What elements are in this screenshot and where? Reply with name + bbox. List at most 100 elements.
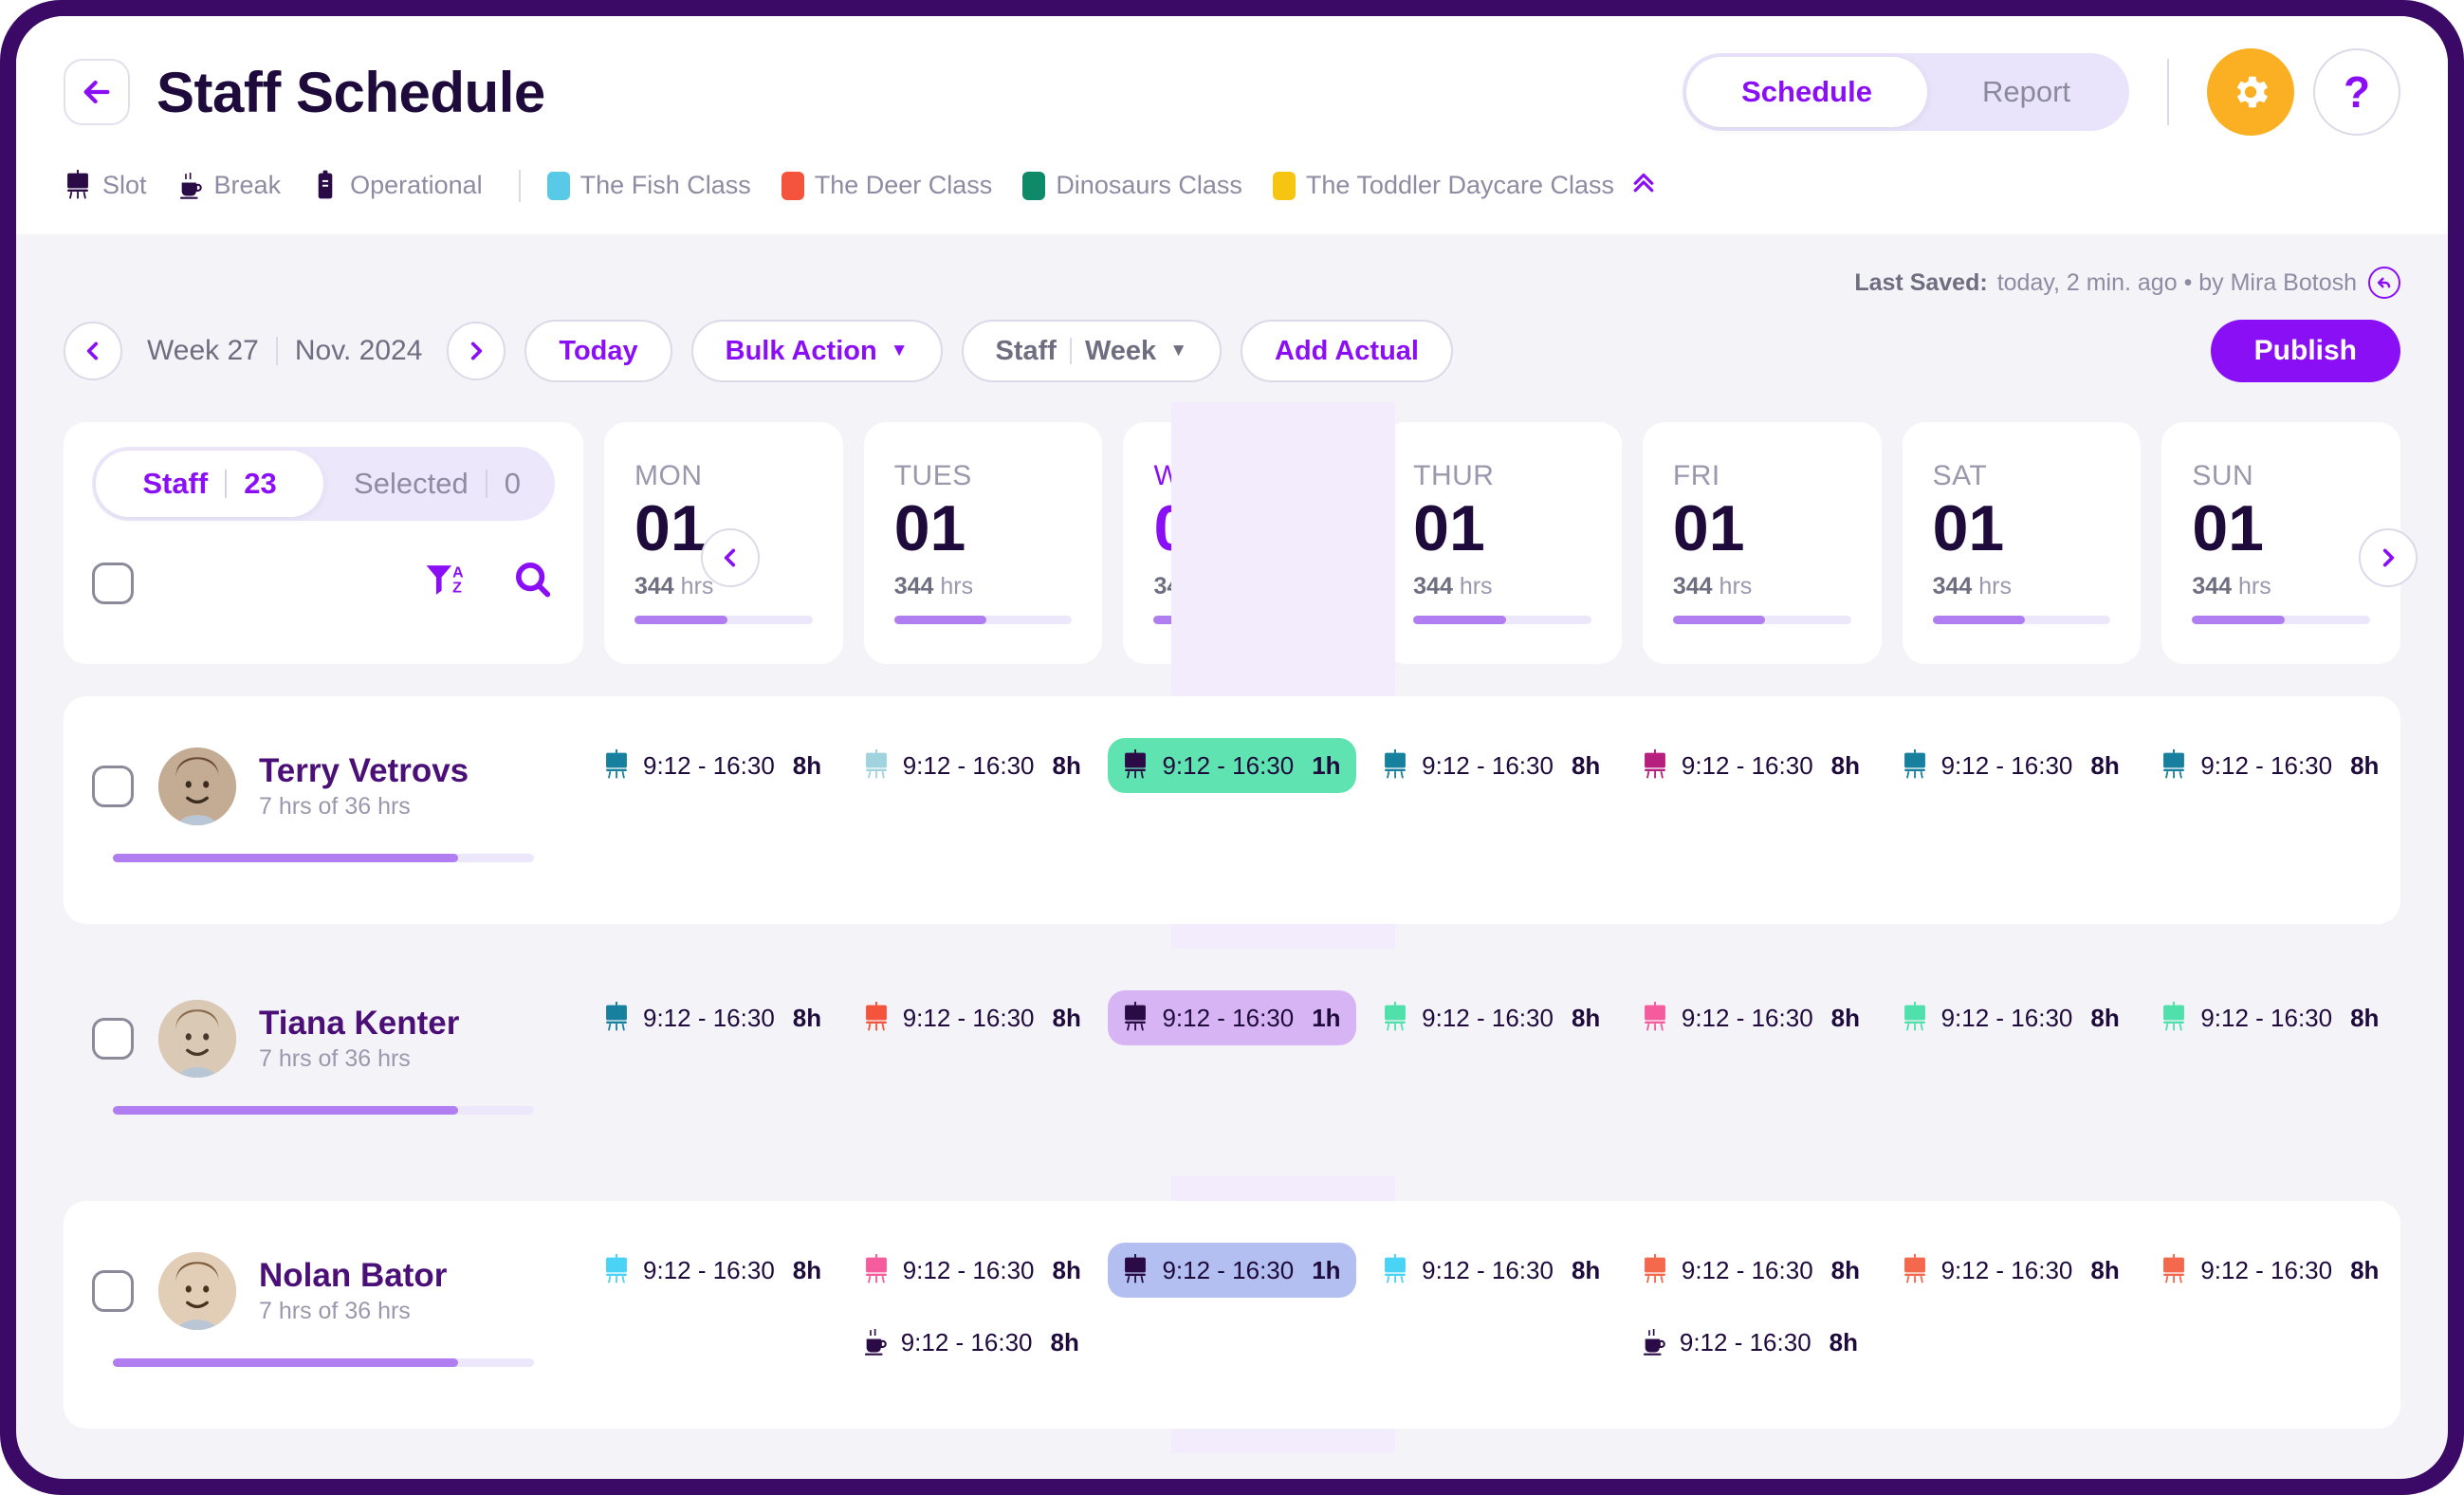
shift-chip[interactable]: 9:12 - 16:30 8h: [2146, 990, 2395, 1045]
schedule-cell[interactable]: 9:12 - 16:30 8h: [583, 1243, 843, 1429]
schedule-cell[interactable]: 9:12 - 16:30 1h: [1102, 738, 1362, 924]
schedule-cell[interactable]: 9:12 - 16:30 8h: [1622, 990, 1882, 1176]
schedule-cell[interactable]: 9:12 - 16:30 8h: [1882, 1243, 2142, 1429]
settings-button[interactable]: [2207, 48, 2294, 136]
shift-chip[interactable]: 9:12 - 16:30 8h: [1887, 738, 2136, 793]
shift-chip[interactable]: 9:12 - 16:30 8h: [849, 1315, 1097, 1370]
schedule-cell[interactable]: 9:12 - 16:30 8h: [2141, 738, 2400, 924]
legend-collapse-button[interactable]: [1629, 168, 1658, 203]
schedule-cell[interactable]: 9:12 - 16:30 8h: [1622, 738, 1882, 924]
header-actions: Schedule Report ?: [1683, 48, 2400, 136]
publish-button[interactable]: Publish: [2210, 320, 2400, 382]
legend-item-operational[interactable]: Operational: [311, 170, 483, 202]
shift-chip[interactable]: 9:12 - 16:30 8h: [1368, 1243, 1616, 1298]
schedule-cell[interactable]: 9:12 - 16:30 8h: [843, 990, 1103, 1176]
prev-week-button[interactable]: [64, 322, 122, 380]
day-card-sat[interactable]: SAT 01 344 hrs: [1902, 422, 2142, 664]
legend-item-dinosaurs-class[interactable]: Dinosaurs Class: [1022, 171, 1242, 200]
week-label-divider: [275, 337, 278, 365]
week-range-label: Week 27 Nov. 2024: [147, 335, 422, 367]
chevron-left-icon: [86, 341, 99, 360]
staff-name: Tiana Kenter: [259, 1005, 460, 1042]
schedule-cell[interactable]: 9:12 - 16:30 8h 9:12 - 16:30 8h: [1622, 1243, 1882, 1429]
add-actual-button[interactable]: Add Actual: [1241, 320, 1453, 382]
staff-row[interactable]: 9:12 - 16:308h9:12 - 16:308h9:12 - 16:30…: [64, 1453, 2400, 1479]
shift-chip[interactable]: 9:12 - 16:30 1h: [1108, 1243, 1357, 1298]
legend-item-fish-class[interactable]: The Fish Class: [546, 171, 751, 200]
tab-schedule[interactable]: Schedule: [1686, 57, 1927, 127]
day-hours: 344 hrs: [1932, 573, 2012, 600]
legend-item-slot[interactable]: Slot: [64, 169, 147, 202]
legend-item-toddler-class[interactable]: The Toddler Daycare Class: [1272, 171, 1614, 200]
shift-chip[interactable]: 9:12 - 16:30 8h: [2146, 738, 2395, 793]
shift-chip[interactable]: 9:12 - 16:30 8h: [1368, 738, 1616, 793]
selected-tab[interactable]: Selected 0: [323, 451, 551, 517]
schedule-cell[interactable]: 9:12 - 16:30 8h: [1362, 990, 1622, 1176]
shift-chip[interactable]: 9:12 - 16:30 8h: [589, 1243, 837, 1298]
header-divider: [2167, 59, 2169, 125]
chevron-double-up-icon: [1633, 173, 1654, 193]
schedule-cell[interactable]: 9:12 - 16:30 8h: [2141, 1243, 2400, 1429]
staff-row[interactable]: Nolan Bator 7 hrs of 36 hrs 9:12 - 16:30 8h…: [64, 1201, 2400, 1429]
shift-chip[interactable]: 9:12 - 16:30 8h: [2146, 1243, 2395, 1298]
schedule-cell[interactable]: 9:12 - 16:30 8h: [1362, 738, 1622, 924]
scroll-days-right-button[interactable]: [2359, 528, 2418, 587]
shift-chip[interactable]: 9:12 - 16:30 8h: [589, 738, 837, 793]
today-button[interactable]: Today: [524, 320, 672, 382]
schedule-cell[interactable]: 9:12 - 16:30 8h 9:12 - 16:30 8h: [843, 1243, 1103, 1429]
sort-az-button[interactable]: A Z: [424, 560, 468, 606]
scope-range-selector[interactable]: Staff Week ▼: [961, 320, 1222, 382]
staff-tab[interactable]: Staff 23: [96, 451, 323, 517]
schedule-cell[interactable]: 9:12 - 16:30 8h: [1882, 990, 2142, 1176]
schedule-cell[interactable]: 9:12 - 16:30 1h: [1102, 1243, 1362, 1429]
shift-duration: 8h: [1571, 1003, 1601, 1032]
chevron-left-icon: [724, 548, 736, 567]
last-saved-row: Last Saved: today, 2 min. ago • by Mira …: [64, 234, 2400, 299]
schedule-cell[interactable]: 9:12 - 16:30 8h: [1882, 738, 2142, 924]
schedule-cell[interactable]: 9:12 - 16:30 1h: [1102, 990, 1362, 1176]
shift-chip[interactable]: 9:12 - 16:30 8h: [1887, 1243, 2136, 1298]
today-label: Today: [559, 335, 638, 366]
select-all-checkbox[interactable]: [92, 562, 134, 604]
help-button[interactable]: ?: [2313, 48, 2400, 136]
scroll-days-left-button[interactable]: [701, 528, 760, 587]
staff-selected-switch: Staff 23 Selected 0: [92, 447, 555, 521]
search-button[interactable]: [511, 559, 555, 607]
tab-report[interactable]: Report: [1927, 57, 2125, 127]
shift-chip[interactable]: 9:12 - 16:30 8h: [1627, 990, 1876, 1045]
shift-chip[interactable]: 9:12 - 16:30 8h: [849, 990, 1097, 1045]
back-button[interactable]: [64, 59, 130, 125]
staff-row[interactable]: Tiana Kenter 7 hrs of 36 hrs 9:12 - 16:30 8…: [64, 949, 2400, 1176]
shift-chip[interactable]: 9:12 - 16:30 8h: [589, 990, 837, 1045]
shift-chip[interactable]: 9:12 - 16:30 1h: [1108, 738, 1357, 793]
undo-button[interactable]: [2368, 267, 2400, 299]
schedule-cell[interactable]: 9:12 - 16:30 8h: [843, 738, 1103, 924]
staff-row-cells: 9:12 - 16:308h9:12 - 16:308h9:12 - 16:30…: [583, 696, 2400, 924]
staff-row[interactable]: Terry Vetrovs 7 hrs of 36 hrs 9:12 - 16:30…: [64, 696, 2400, 924]
staff-row-checkbox[interactable]: [92, 1270, 134, 1312]
legend-item-deer-class[interactable]: The Deer Class: [781, 171, 992, 200]
shift-chip[interactable]: 9:12 - 16:30 8h: [849, 1243, 1097, 1298]
shift-chip[interactable]: 9:12 - 16:30 8h: [1627, 1315, 1876, 1370]
schedule-cell[interactable]: 9:12 - 16:30 8h: [583, 990, 843, 1176]
legend-item-break[interactable]: Break: [177, 170, 281, 202]
day-card-thur[interactable]: THUR 01 344 hrs: [1383, 422, 1622, 664]
shift-chip[interactable]: 9:12 - 16:30 8h: [1627, 1243, 1876, 1298]
schedule-cell[interactable]: 9:12 - 16:30 8h: [1362, 1243, 1622, 1429]
staff-row-checkbox[interactable]: [92, 1018, 134, 1060]
staff-row-checkbox[interactable]: [92, 766, 134, 807]
day-card-tues[interactable]: TUES 01 344 hrs: [863, 422, 1103, 664]
schedule-cell[interactable]: 9:12 - 16:30 8h: [583, 738, 843, 924]
shift-chip[interactable]: 9:12 - 16:30 8h: [1887, 990, 2136, 1045]
shift-chip[interactable]: 9:12 - 16:30 8h: [1627, 738, 1876, 793]
shift-chip[interactable]: 9:12 - 16:30 1h: [1108, 990, 1357, 1045]
shift-chip[interactable]: 9:12 - 16:30 8h: [1368, 990, 1616, 1045]
last-saved-text: today, 2 min. ago • by Mira Botosh: [1996, 268, 2357, 296]
easel-icon: [1903, 1254, 1925, 1283]
day-card-fri[interactable]: FRI 01 344 hrs: [1642, 422, 1882, 664]
schedule-cell[interactable]: 9:12 - 16:30 8h: [2141, 990, 2400, 1176]
bulk-action-dropdown[interactable]: Bulk Action ▼: [690, 320, 943, 382]
next-week-button[interactable]: [447, 322, 506, 380]
schedule-toolbar: Week 27 Nov. 2024 Today Bulk Action ▼ St…: [64, 320, 2400, 382]
shift-chip[interactable]: 9:12 - 16:30 8h: [849, 738, 1097, 793]
